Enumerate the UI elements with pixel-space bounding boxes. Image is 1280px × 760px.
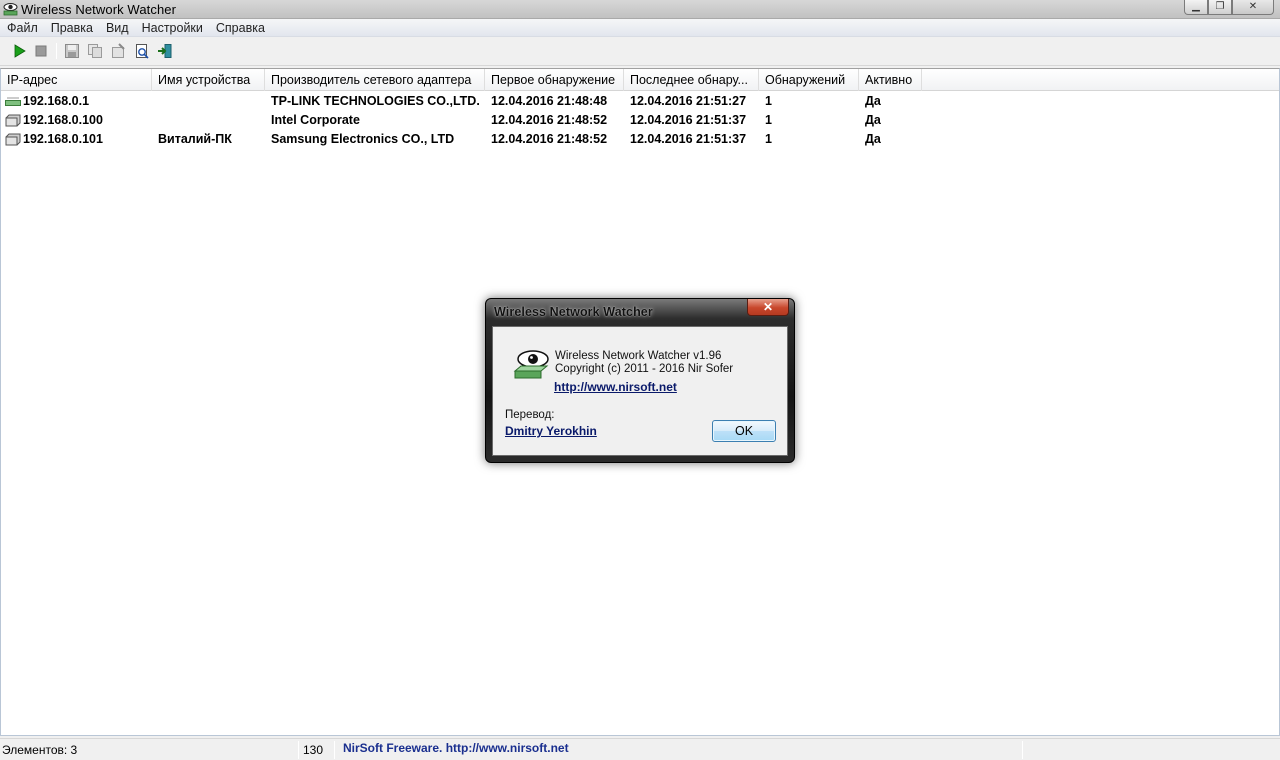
html-report-button[interactable] [133, 42, 151, 60]
cell-vendor: Samsung Electronics CO., LTD [271, 132, 455, 146]
column-first-detected[interactable]: Первое обнаружение [485, 69, 624, 91]
column-device-name[interactable]: Имя устройства [152, 69, 265, 91]
close-icon: ✕ [762, 300, 774, 314]
html-report-icon [136, 44, 149, 59]
ok-button[interactable]: OK [712, 420, 776, 442]
toolbar [0, 38, 1280, 66]
cell-count: 1 [765, 113, 772, 127]
properties-button[interactable] [109, 42, 127, 60]
maximize-icon: ❐ [1215, 1, 1225, 12]
status-items-count: Элементов: 3 [2, 743, 78, 757]
cell-last: 12.04.2016 21:51:27 [630, 94, 747, 108]
column-ip[interactable]: IP-адрес [1, 69, 152, 91]
column-last-detected[interactable]: Последнее обнару... [624, 69, 759, 91]
save-button[interactable] [63, 42, 81, 60]
dialog-version: Wireless Network Watcher v1.96 [555, 350, 722, 362]
properties-icon [112, 43, 125, 58]
dialog-website-link[interactable]: http://www.nirsoft.net [554, 380, 677, 394]
table-row[interactable]: 192.168.0.100 Intel Corporate 12.04.2016… [1, 111, 1279, 130]
stop-button[interactable] [32, 42, 50, 60]
status-number: 130 [303, 743, 324, 757]
exit-button[interactable] [156, 42, 174, 60]
menu-file[interactable]: Файл [1, 19, 45, 36]
cell-first: 12.04.2016 21:48:52 [491, 113, 608, 127]
window-title: Wireless Network Watcher [21, 2, 177, 17]
cell-first: 12.04.2016 21:48:48 [491, 94, 608, 108]
table-row[interactable]: 192.168.0.101 Виталий-ПК Samsung Electro… [1, 130, 1279, 149]
stop-icon [35, 45, 47, 57]
cell-device: Виталий-ПК [158, 132, 232, 146]
close-icon: ✕ [1248, 1, 1258, 12]
about-dialog: Wireless Network Watcher ✕ Wireless Netw… [485, 298, 795, 463]
cell-vendor: Intel Corporate [271, 113, 360, 127]
close-button[interactable]: ✕ [1232, 0, 1274, 15]
column-header-row: IP-адрес Имя устройства Производитель се… [1, 69, 1279, 91]
start-button[interactable] [10, 42, 28, 60]
exit-icon [158, 44, 172, 58]
dialog-close-button[interactable]: ✕ [747, 299, 789, 316]
computer-icon [5, 114, 21, 127]
minimize-icon: ▁ [1192, 1, 1200, 12]
column-active[interactable]: Активно [859, 69, 922, 91]
cell-active: Да [865, 94, 881, 108]
cell-ip: 192.168.0.101 [23, 132, 103, 146]
table-row[interactable]: 192.168.0.1 TP-LINK TECHNOLOGIES CO.,LTD… [1, 92, 1279, 111]
dialog-content: Wireless Network Watcher v1.96 Copyright… [492, 326, 788, 456]
status-bar: Элементов: 3 130 NirSoft Freeware. http:… [0, 738, 1280, 760]
cell-active: Да [865, 113, 881, 127]
nirsoft-freeware-link[interactable]: NirSoft Freeware. http://www.nirsoft.net [343, 739, 569, 757]
cell-last: 12.04.2016 21:51:37 [630, 132, 747, 146]
menu-help[interactable]: Справка [210, 19, 272, 36]
cell-active: Да [865, 132, 881, 146]
router-icon [5, 97, 21, 106]
column-vendor[interactable]: Производитель сетевого адаптера [265, 69, 485, 91]
cell-vendor: TP-LINK TECHNOLOGIES CO.,LTD. [271, 94, 480, 108]
column-detection-count[interactable]: Обнаружений [759, 69, 859, 91]
maximize-button[interactable]: ❐ [1208, 0, 1232, 15]
dialog-title: Wireless Network Watcher [494, 305, 653, 319]
app-icon [3, 3, 18, 16]
toolbar-separator [56, 43, 57, 59]
start-icon [14, 44, 26, 58]
cell-count: 1 [765, 132, 772, 146]
computer-icon [5, 133, 21, 146]
menu-view[interactable]: Вид [100, 19, 136, 36]
minimize-button[interactable]: ▁ [1184, 0, 1208, 15]
status-divider [298, 741, 299, 759]
dialog-copyright: Copyright (c) 2011 - 2016 Nir Sofer [555, 363, 734, 375]
dialog-translation-label: Перевод: [505, 409, 555, 421]
menu-bar: Файл Правка Вид Настройки Справка [0, 19, 1280, 37]
status-divider [1022, 741, 1023, 759]
status-divider [334, 741, 335, 759]
cell-first: 12.04.2016 21:48:52 [491, 132, 608, 146]
cell-ip: 192.168.0.100 [23, 113, 103, 127]
save-icon [65, 44, 79, 58]
dialog-translator-link[interactable]: Dmitry Yerokhin [505, 424, 597, 438]
window-controls: ▁ ❐ ✕ [1184, 0, 1274, 15]
menu-edit[interactable]: Правка [45, 19, 100, 36]
title-bar: Wireless Network Watcher ▁ ❐ ✕ [0, 0, 1280, 19]
menu-options[interactable]: Настройки [136, 19, 210, 36]
copy-button[interactable] [86, 42, 104, 60]
cell-count: 1 [765, 94, 772, 108]
cell-last: 12.04.2016 21:51:37 [630, 113, 747, 127]
copy-icon [88, 44, 102, 58]
cell-ip: 192.168.0.1 [23, 94, 90, 108]
app-logo-icon [513, 350, 549, 379]
